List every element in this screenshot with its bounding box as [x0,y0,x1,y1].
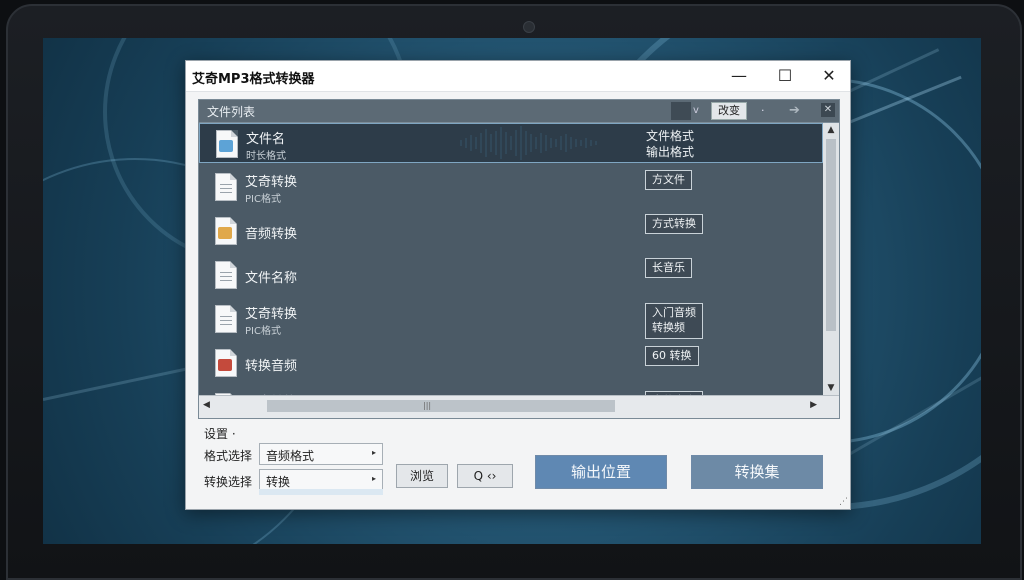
filter-dropdown[interactable] [671,102,691,120]
more-icon[interactable]: · [761,102,765,120]
vertical-scroll-thumb[interactable] [826,139,836,331]
audio-file-icon [216,130,238,158]
scroll-right-icon[interactable]: ▶ [810,400,817,410]
file-list-item[interactable]: 音频转换 方式转换 [199,211,823,251]
format-tag: 文件格式 输出格式 [646,129,695,159]
file-list-item[interactable]: 艾奇转换 PIC格式 方文件 [199,167,823,207]
format-select-value: 音频格式 [266,449,315,463]
maximize-button[interactable]: ☐ [762,61,808,91]
audio-doc-icon [215,217,237,245]
convert-select-value: 转换 [266,475,291,489]
file-subtitle: 时长格式 [246,151,286,162]
output-location-button[interactable]: 输出位置 [535,455,667,489]
panel-header: 文件列表 v 改变 · ➔ ✕ [199,100,839,123]
title-bar: 艾奇MP3格式转换器 — ☐ ✕ [186,61,850,92]
file-name: 艾奇转换 [245,175,298,190]
file-list-item[interactable]: 艾奇转换PIC格式文件大小转换频 [199,387,823,395]
horizontal-scrollbar[interactable]: ◀ ||| ▶ [199,395,839,418]
file-subtitle: PIC格式 [245,194,281,205]
chevron-down-icon[interactable]: v [693,102,699,120]
file-name: 音频转换 [245,227,298,242]
format-tag[interactable]: 入门音频 转换频 [645,303,703,339]
scroll-down-icon[interactable]: ▼ [823,381,839,395]
format-tag[interactable]: 方文件 [645,170,692,190]
format-select[interactable]: 音频格式 ▸ [259,443,383,465]
convert-select-label: 转换选择 [204,475,253,489]
change-button[interactable]: 改变 [711,102,747,120]
file-name: 文件名称 [245,271,298,286]
vertical-scrollbar[interactable]: ▲ ▼ [823,123,839,395]
chevron-right-icon: ▸ [371,448,376,457]
panel-close-icon[interactable]: ✕ [821,103,835,117]
convert-select[interactable]: 转换 ▸ [259,469,383,491]
scroll-left-icon[interactable]: ◀ [203,400,210,410]
file-name: 艾奇转换 [245,307,298,322]
text-file-icon [215,261,237,289]
search-button[interactable]: Q ‹› [457,464,513,488]
combo-underline [259,489,383,495]
document-icon [215,173,237,201]
file-list-item[interactable]: 文件名时长格式 文件格式 输出格式 [199,123,823,163]
close-button[interactable]: ✕ [806,61,852,91]
file-name: 转换音频 [245,359,298,374]
format-select-label: 格式选择 [204,449,253,463]
video-file-icon [215,349,237,377]
convert-button[interactable]: 转换集 [691,455,823,489]
webcam-icon [523,21,535,33]
browse-button[interactable]: 浏览 [396,464,448,488]
panel-title: 文件列表 [207,105,256,119]
resize-grip-icon[interactable]: ⋰ [839,497,848,507]
file-list-panel: 文件列表 v 改变 · ➔ ✕ 文件名 时长格式 文件格式 输出格式 艾奇转换 PIC格式… [198,99,840,419]
format-tag[interactable]: 长音乐 [645,258,692,278]
document-icon [215,305,237,333]
window-title: 艾奇MP3格式转换器 [192,72,315,87]
minimize-button[interactable]: — [716,61,762,91]
scroll-up-icon[interactable]: ▲ [823,123,839,137]
format-tag[interactable]: 60 转换 [645,346,699,366]
settings-label: 设置 · [204,427,236,441]
forward-arrow-icon[interactable]: ➔ [789,102,800,120]
file-list: 文件名时长格式 文件格式 输出格式艾奇转换 PIC格式 方文件音频转换 方式转换文件名称 长… [199,123,823,395]
chevron-right-icon: ▸ [371,474,376,483]
file-list-item[interactable]: 转换音频 60 转换 [199,343,823,383]
scroll-grip-icon: ||| [423,401,432,410]
format-tag[interactable]: 方式转换 [645,214,703,234]
file-list-item[interactable]: 文件名称 长音乐 [199,255,823,295]
file-subtitle: PIC格式 [245,326,281,337]
file-name: 文件名 [246,132,286,147]
horizontal-scroll-thumb[interactable] [267,400,615,412]
file-list-item[interactable]: 艾奇转换 PIC格式 入门音频 转换频 [199,299,823,339]
app-window: 艾奇MP3格式转换器 — ☐ ✕ 文件列表 v 改变 · ➔ ✕ 文件名时长格式… [185,60,851,510]
